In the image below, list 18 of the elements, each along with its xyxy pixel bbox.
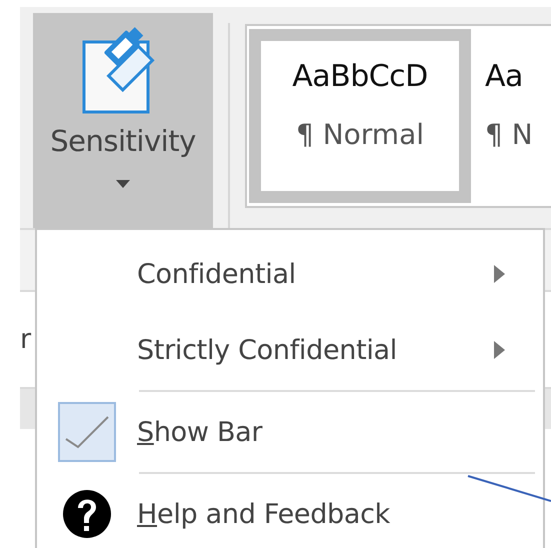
menu-item-label: Show Bar (137, 416, 264, 448)
check-icon (64, 415, 110, 449)
help-icon (62, 489, 112, 539)
style-tile[interactable]: AaBbCcD ¶ Normal (249, 29, 471, 203)
submenu-arrow-icon (494, 341, 505, 359)
menu-item-label: Strictly Confidential (137, 334, 398, 366)
caret-icon (116, 180, 130, 188)
style-tile[interactable]: Aa ¶ N (473, 29, 551, 203)
menu-item[interactable]: Help and Feedback (37, 476, 543, 548)
menu-item-label: Help and Feedback (137, 498, 392, 530)
menu-item[interactable]: Strictly Confidential (37, 312, 543, 388)
menu-item[interactable]: Show Bar (37, 394, 543, 470)
sensitivity-button[interactable]: Sensitivity (33, 13, 213, 228)
document-text: r (20, 324, 32, 355)
checkbox[interactable] (58, 402, 116, 462)
menu-item-label: Confidential (137, 258, 297, 290)
menu-item[interactable]: Confidential (37, 236, 543, 312)
submenu-arrow-icon (494, 265, 505, 283)
